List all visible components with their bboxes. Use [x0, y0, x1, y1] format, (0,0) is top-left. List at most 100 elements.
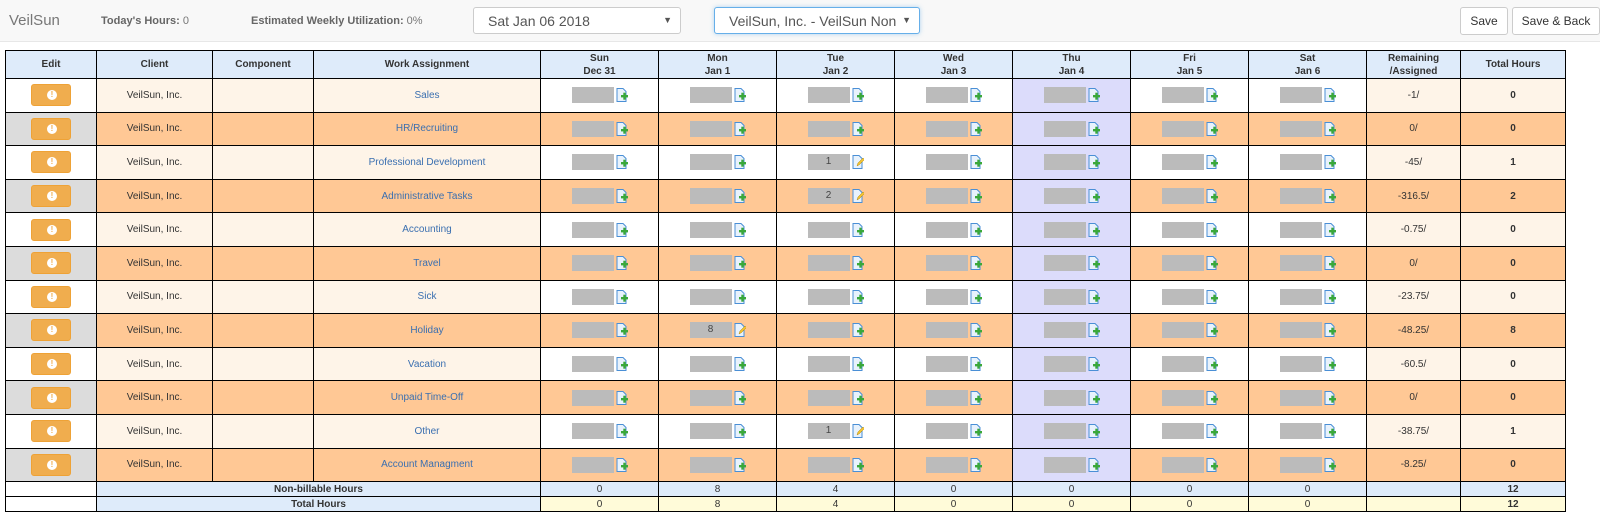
add-note-icon[interactable] — [852, 88, 864, 103]
add-note-icon[interactable] — [1206, 189, 1218, 204]
edit-row-button[interactable]: ! — [31, 151, 71, 174]
add-note-icon[interactable] — [1088, 121, 1100, 136]
edit-row-button[interactable]: ! — [31, 319, 71, 342]
client-select[interactable]: VeilSun, Inc. - VeilSun Non-B ▼ — [714, 7, 920, 34]
add-note-icon[interactable] — [734, 357, 746, 372]
hours-input[interactable] — [689, 120, 732, 137]
add-note-icon[interactable] — [1088, 88, 1100, 103]
work-assignment-link[interactable]: Travel — [413, 258, 440, 269]
save-and-back-button[interactable]: Save & Back — [1512, 7, 1600, 35]
hours-input[interactable] — [689, 456, 732, 473]
work-assignment-link[interactable]: Account Managment — [381, 459, 473, 470]
edit-row-button[interactable]: ! — [31, 353, 71, 376]
add-note-icon[interactable] — [970, 390, 982, 405]
hours-input[interactable] — [571, 154, 614, 171]
add-note-icon[interactable] — [970, 256, 982, 271]
work-assignment-link[interactable]: Other — [414, 426, 439, 437]
hours-input[interactable] — [807, 389, 850, 406]
edit-row-button[interactable]: ! — [31, 218, 71, 241]
add-note-icon[interactable] — [616, 121, 628, 136]
add-note-icon[interactable] — [852, 289, 864, 304]
hours-input[interactable] — [1279, 221, 1322, 238]
hours-input[interactable] — [1161, 356, 1204, 373]
hours-input[interactable] — [1161, 120, 1204, 137]
hours-input[interactable] — [925, 456, 968, 473]
hours-input[interactable] — [1043, 288, 1086, 305]
hours-input[interactable] — [1279, 154, 1322, 171]
add-note-icon[interactable] — [616, 424, 628, 439]
add-note-icon[interactable] — [970, 222, 982, 237]
hours-input[interactable] — [1279, 288, 1322, 305]
add-note-icon[interactable] — [1088, 457, 1100, 472]
add-note-icon[interactable] — [1206, 457, 1218, 472]
add-note-icon[interactable] — [1088, 155, 1100, 170]
add-note-icon[interactable] — [616, 256, 628, 271]
hours-input[interactable] — [571, 288, 614, 305]
hours-input[interactable] — [925, 154, 968, 171]
add-note-icon[interactable] — [1206, 424, 1218, 439]
hours-input[interactable] — [689, 188, 732, 205]
hours-input[interactable] — [925, 322, 968, 339]
add-note-icon[interactable] — [1324, 457, 1336, 472]
add-note-icon[interactable] — [1324, 256, 1336, 271]
work-assignment-link[interactable]: HR/Recruiting — [396, 123, 458, 134]
add-note-icon[interactable] — [852, 121, 864, 136]
edit-note-icon[interactable] — [734, 323, 747, 338]
hours-input[interactable] — [1161, 423, 1204, 440]
add-note-icon[interactable] — [1206, 357, 1218, 372]
hours-input[interactable] — [1043, 221, 1086, 238]
add-note-icon[interactable] — [616, 357, 628, 372]
add-note-icon[interactable] — [616, 189, 628, 204]
hours-input[interactable] — [1043, 389, 1086, 406]
hours-input[interactable] — [1161, 87, 1204, 104]
add-note-icon[interactable] — [616, 457, 628, 472]
add-note-icon[interactable] — [1088, 256, 1100, 271]
edit-row-button[interactable]: ! — [31, 84, 71, 107]
add-note-icon[interactable] — [1088, 222, 1100, 237]
add-note-icon[interactable] — [1324, 289, 1336, 304]
add-note-icon[interactable] — [616, 390, 628, 405]
add-note-icon[interactable] — [1324, 222, 1336, 237]
work-assignment-link[interactable]: Sales — [414, 90, 439, 101]
hours-input[interactable] — [571, 423, 614, 440]
work-assignment-link[interactable]: Administrative Tasks — [382, 191, 473, 202]
add-note-icon[interactable] — [1324, 121, 1336, 136]
add-note-icon[interactable] — [1206, 121, 1218, 136]
edit-row-button[interactable]: ! — [31, 252, 71, 275]
hours-input[interactable] — [807, 288, 850, 305]
add-note-icon[interactable] — [734, 155, 746, 170]
add-note-icon[interactable] — [1088, 323, 1100, 338]
hours-input[interactable] — [925, 423, 968, 440]
hours-input[interactable] — [571, 322, 614, 339]
hours-input[interactable] — [571, 389, 614, 406]
edit-row-button[interactable]: ! — [31, 185, 71, 208]
add-note-icon[interactable] — [1088, 189, 1100, 204]
add-note-icon[interactable] — [734, 457, 746, 472]
add-note-icon[interactable] — [1206, 289, 1218, 304]
hours-input[interactable] — [1043, 188, 1086, 205]
hours-input[interactable] — [1161, 322, 1204, 339]
hours-input[interactable] — [1043, 154, 1086, 171]
hours-input[interactable] — [689, 356, 732, 373]
hours-input[interactable] — [571, 255, 614, 272]
add-note-icon[interactable] — [734, 121, 746, 136]
hours-input[interactable] — [689, 154, 732, 171]
add-note-icon[interactable] — [852, 256, 864, 271]
hours-input[interactable] — [689, 389, 732, 406]
add-note-icon[interactable] — [852, 323, 864, 338]
add-note-icon[interactable] — [852, 457, 864, 472]
edit-row-button[interactable]: ! — [31, 420, 71, 443]
add-note-icon[interactable] — [852, 390, 864, 405]
work-assignment-link[interactable]: Professional Development — [369, 157, 486, 168]
hours-input[interactable] — [807, 322, 850, 339]
add-note-icon[interactable] — [734, 256, 746, 271]
hours-input[interactable] — [689, 221, 732, 238]
edit-row-button[interactable]: ! — [31, 285, 71, 308]
hours-input[interactable] — [925, 288, 968, 305]
hours-input[interactable] — [1279, 389, 1322, 406]
work-assignment-link[interactable]: Accounting — [402, 224, 451, 235]
add-note-icon[interactable] — [970, 289, 982, 304]
hours-input[interactable] — [571, 87, 614, 104]
add-note-icon[interactable] — [1088, 357, 1100, 372]
hours-input[interactable] — [1161, 188, 1204, 205]
